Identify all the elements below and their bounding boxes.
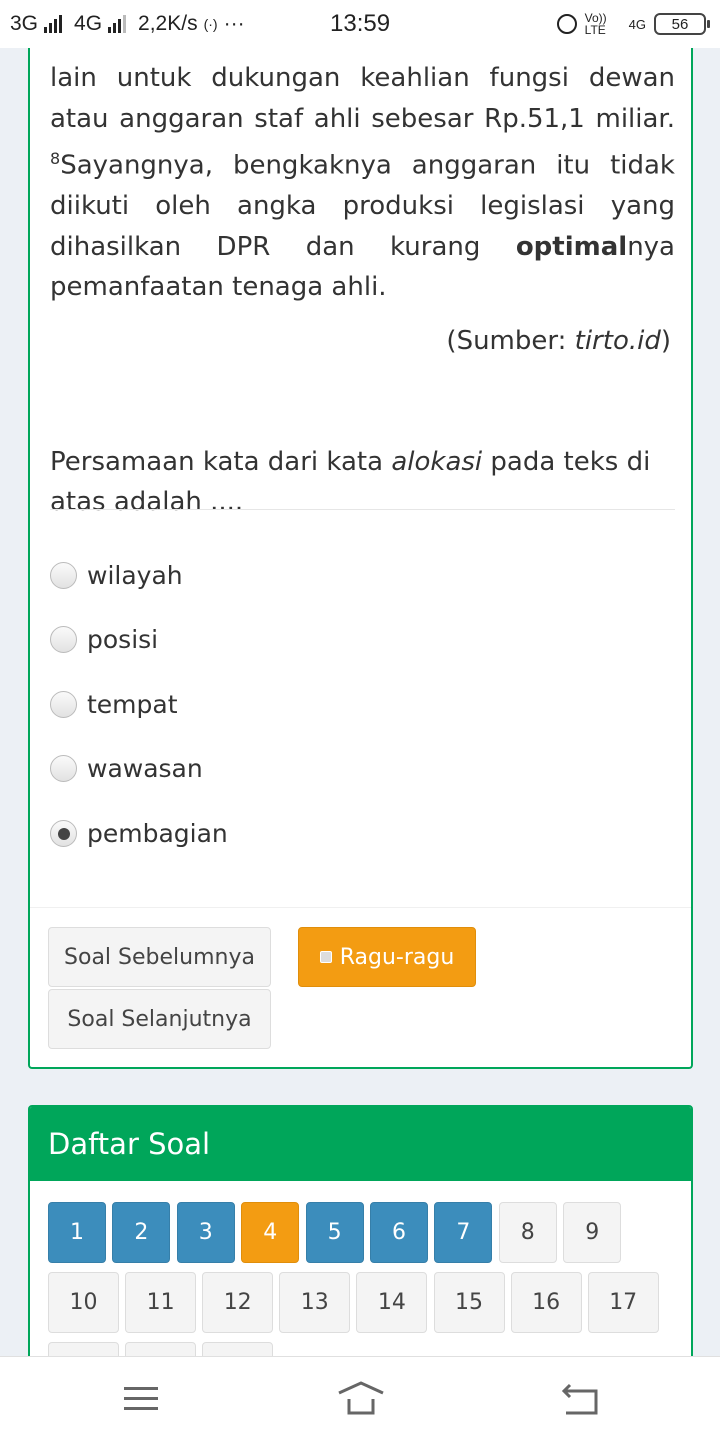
question-number-button[interactable]: 11 bbox=[125, 1272, 197, 1333]
alarm-icon bbox=[556, 14, 577, 34]
radio-button[interactable] bbox=[50, 755, 77, 783]
checkbox-icon bbox=[319, 951, 332, 963]
option-label: pembagian bbox=[87, 818, 228, 848]
reading-passage: lain untuk dukungan keahlian fungsi dewa… bbox=[50, 58, 675, 308]
question-keyword: alokasi bbox=[391, 447, 483, 477]
question-number-button[interactable]: 8 bbox=[498, 1202, 557, 1263]
question-number-button[interactable]: 17 bbox=[587, 1272, 659, 1333]
question-number-button[interactable]: 3 bbox=[176, 1202, 235, 1263]
network-speed: 2,2K/s bbox=[138, 12, 198, 35]
radio-button[interactable] bbox=[50, 626, 77, 654]
doubt-button[interactable]: Ragu-ragu bbox=[298, 927, 476, 987]
source-suffix: ) bbox=[660, 326, 671, 356]
question-text: Persamaan kata dari kata alokasi pada te… bbox=[50, 442, 675, 522]
question-number-button[interactable]: 16 bbox=[510, 1272, 582, 1333]
option-d[interactable]: wawasan bbox=[50, 737, 675, 802]
question-number-button[interactable]: 6 bbox=[370, 1202, 428, 1263]
question-list-card: Daftar Soal 1 2 3 4 5 6 7 8 9 10 11 12 13 14 15 16 17 bbox=[28, 1105, 693, 1365]
menu-icon[interactable] bbox=[116, 1379, 166, 1419]
question-number-button[interactable]: 7 bbox=[434, 1202, 493, 1263]
question-number-button[interactable]: 13 bbox=[279, 1272, 351, 1333]
question-number-button[interactable]: 12 bbox=[202, 1272, 274, 1333]
radio-button[interactable] bbox=[50, 561, 77, 589]
option-label: wilayah bbox=[87, 560, 183, 590]
question-list-title: Daftar Soal bbox=[30, 1107, 691, 1181]
source-name: tirto.id bbox=[574, 326, 661, 356]
question-number-button[interactable]: 2 bbox=[112, 1202, 171, 1263]
sentence-number: 8 bbox=[50, 149, 61, 168]
option-b[interactable]: posisi bbox=[50, 608, 675, 673]
divider bbox=[50, 509, 675, 510]
question-number-button[interactable]: 9 bbox=[563, 1202, 622, 1263]
option-label: posisi bbox=[87, 625, 159, 655]
signal-icon bbox=[44, 15, 63, 33]
card-footer-divider bbox=[30, 907, 691, 908]
answer-options: wilayah posisi tempat wawasan pembagian bbox=[50, 543, 675, 866]
more-dots: ··· bbox=[223, 12, 245, 35]
option-a[interactable]: wilayah bbox=[50, 543, 675, 608]
next-question-button[interactable]: Soal Selanjutnya bbox=[48, 989, 271, 1049]
question-number-button[interactable]: 5 bbox=[305, 1202, 364, 1263]
volte-label: Vo)) LTE bbox=[584, 11, 607, 37]
option-c[interactable]: tempat bbox=[50, 672, 675, 737]
question-number-button[interactable]: 14 bbox=[356, 1272, 428, 1333]
option-label: tempat bbox=[87, 689, 178, 719]
clock-time: 13:59 bbox=[330, 10, 391, 37]
passage-source: (Sumber: tirto.id) bbox=[446, 326, 671, 356]
previous-question-button[interactable]: Soal Sebelumnya bbox=[48, 927, 271, 987]
question-number-button[interactable]: 1 bbox=[48, 1202, 106, 1263]
passage-bold-word: optimal bbox=[515, 231, 628, 262]
question-number-button[interactable]: 10 bbox=[48, 1272, 119, 1333]
battery-icon: 56 bbox=[654, 13, 710, 35]
passage-text-1: lain untuk dukungan keahlian fungsi dewa… bbox=[50, 63, 675, 134]
system-nav-bar bbox=[0, 1356, 720, 1440]
question-card: lain untuk dukungan keahlian fungsi dewa… bbox=[28, 48, 693, 1069]
option-label: wawasan bbox=[87, 754, 203, 784]
source-prefix: (Sumber: bbox=[446, 326, 575, 356]
question-number-button[interactable]: 4 bbox=[241, 1202, 300, 1263]
doubt-label: Ragu-ragu bbox=[339, 944, 455, 970]
question-prefix: Persamaan kata dari kata bbox=[50, 447, 392, 477]
network-4g-label: 4G bbox=[74, 12, 103, 35]
back-icon[interactable] bbox=[555, 1379, 605, 1419]
option-e[interactable]: pembagian bbox=[50, 801, 675, 866]
question-number-button[interactable]: 15 bbox=[433, 1272, 505, 1333]
home-icon[interactable] bbox=[336, 1379, 386, 1419]
hotspot-icon: (·) bbox=[203, 16, 218, 32]
radio-button-selected[interactable] bbox=[50, 819, 77, 847]
network-4g-right: 4G bbox=[628, 16, 646, 32]
radio-button[interactable] bbox=[50, 690, 77, 718]
network-3g-label: 3G bbox=[10, 12, 39, 35]
status-bar: 3G 4G 2,2K/s (·) ··· 13:59 Vo)) LTE 4G 5… bbox=[0, 0, 720, 48]
signal-icon-2 bbox=[108, 15, 127, 33]
